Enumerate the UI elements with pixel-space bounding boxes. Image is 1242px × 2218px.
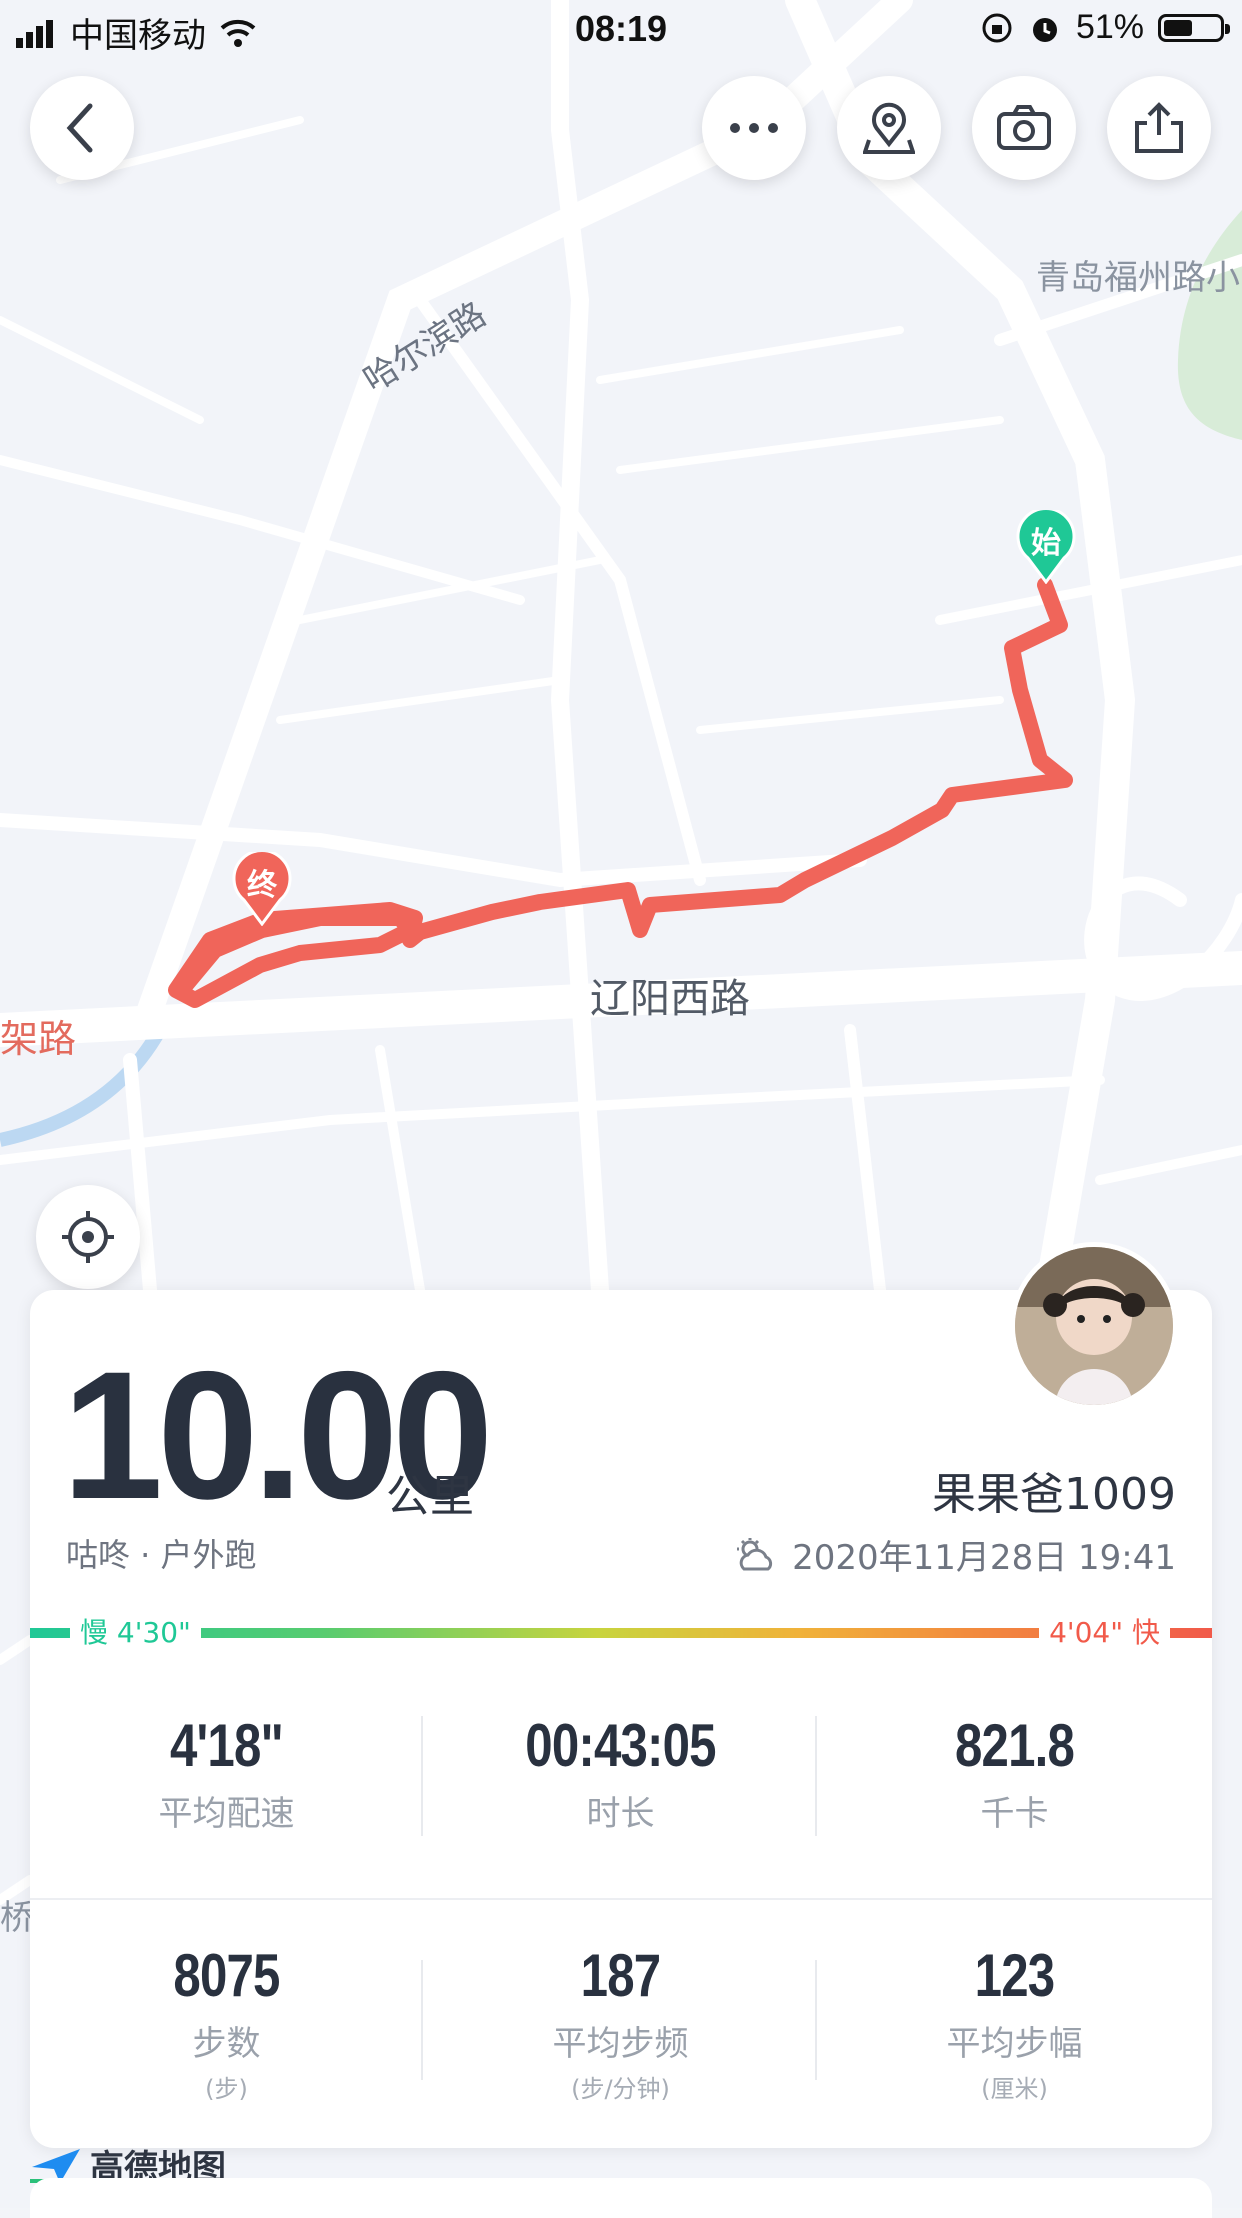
back-button[interactable] [30, 76, 134, 180]
divider [815, 1716, 817, 1836]
camera-icon [997, 105, 1051, 150]
end-pin[interactable]: 终 [232, 849, 292, 927]
rotation-lock-icon [982, 13, 1012, 42]
stat-value: 00:43:05 [525, 1712, 716, 1779]
more-button[interactable] [702, 76, 806, 180]
weather-cloudy-icon [737, 1537, 773, 1570]
stat-label: 平均步幅 [946, 2024, 1083, 2064]
battery-level [1164, 19, 1192, 36]
sport-type: 咕咚 · 户外跑 [66, 1536, 257, 1574]
stat-cadence: 187 平均步频 (步/分钟) [424, 1942, 817, 2104]
camera-button[interactable] [972, 76, 1076, 180]
locate-crosshair-icon [62, 1211, 114, 1263]
stat-unit: (步/分钟) [571, 2075, 670, 2103]
share-icon [1135, 102, 1183, 153]
user-name: 果果爸1009 [932, 1469, 1176, 1520]
map-pin-icon [863, 102, 915, 154]
status-bar: 中国移动 08:19 51% [0, 0, 1242, 62]
stat-value: 187 [580, 1942, 661, 2009]
locate-button[interactable] [36, 1185, 140, 1289]
stat-value: 4'18" [169, 1712, 284, 1779]
battery-icon [1158, 13, 1230, 42]
user-avatar[interactable] [1010, 1242, 1178, 1410]
run-datetime: 2020年11月28日 19:41 [734, 1530, 1176, 1579]
pace-fast-label: 4'04" 快 [1039, 1614, 1170, 1652]
stat-label: 时长 [586, 1794, 655, 1834]
map-label-school: 青岛福州路小 [1036, 258, 1240, 298]
stat-label: 步数 [192, 2024, 261, 2064]
map-label-liaoyang-road: 辽阳西路 [590, 976, 750, 1022]
stat-value: 821.8 [954, 1712, 1075, 1779]
stat-stride: 123 平均步幅 (厘米) [818, 1942, 1211, 2104]
stat-duration: 00:43:05 时长 [424, 1712, 817, 1835]
more-dots-icon [730, 123, 778, 133]
stat-unit: (厘米) [981, 2075, 1048, 2103]
bottom-panel-edge [30, 2178, 1212, 2218]
pace-gradient-bar [30, 1628, 1212, 1638]
alarm-icon [1032, 17, 1057, 42]
stat-value: 123 [974, 1942, 1055, 2009]
map-label-road-edge: 架路 [0, 1017, 77, 1061]
back-arrow-icon [66, 103, 93, 153]
stat-value: 8075 [173, 1942, 280, 2009]
pace-slow-label: 慢 4'30" [70, 1614, 201, 1652]
divider [421, 1960, 423, 2080]
stat-unit: (步) [205, 2075, 248, 2103]
battery-percent: 51% [1075, 8, 1144, 46]
stat-label: 平均步频 [552, 2024, 689, 2064]
location-pin-button[interactable] [837, 76, 941, 180]
divider [421, 1716, 423, 1836]
stat-steps: 8075 步数 (步) [30, 1942, 423, 2104]
end-pin-label: 终 [247, 868, 277, 903]
map-label-bridge: 桥 [0, 1898, 34, 1938]
run-datetime-text: 2020年11月28日 19:41 [792, 1538, 1176, 1578]
stat-label: 千卡 [980, 1794, 1049, 1834]
start-pin-label: 始 [1031, 526, 1061, 561]
stat-calories: 821.8 千卡 [818, 1712, 1211, 1835]
share-button[interactable] [1107, 76, 1211, 180]
divider [815, 1960, 817, 2080]
stat-label: 平均配速 [158, 1794, 295, 1834]
row-divider [30, 1898, 1212, 1900]
start-pin[interactable]: 始 [1016, 507, 1076, 585]
distance-unit: 公里 [386, 1471, 474, 1522]
stat-avg-pace: 4'18" 平均配速 [30, 1712, 423, 1835]
